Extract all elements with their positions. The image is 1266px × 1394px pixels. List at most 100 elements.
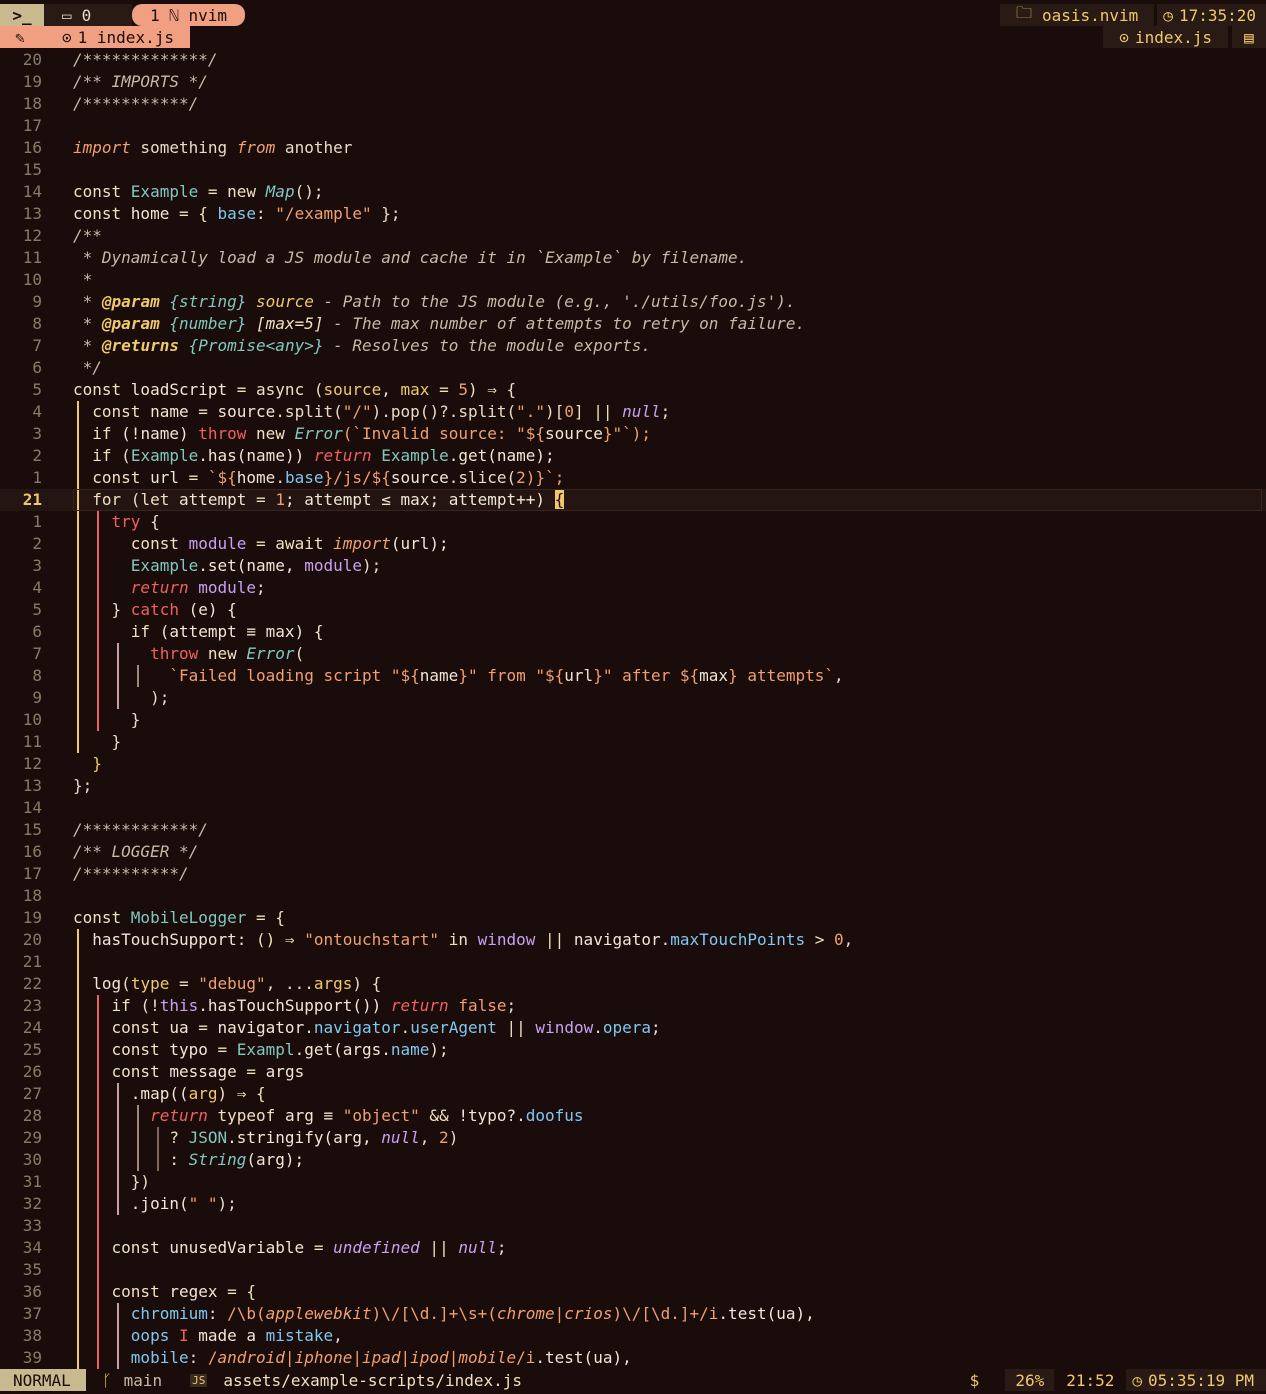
code-token: window [477, 930, 536, 949]
code-token: ; [660, 402, 671, 421]
window-tab-nvim[interactable]: 1 ℕ nvim [132, 4, 246, 26]
code-line[interactable]: 10 * [0, 269, 1266, 291]
code-line[interactable]: 9 ); [0, 687, 1266, 709]
code-line[interactable]: 13 const home = { base: "/example" }; [0, 203, 1266, 225]
code-token: = [227, 380, 257, 399]
winbar-file[interactable]: ⊙ index.js [1103, 26, 1228, 48]
code-line[interactable]: 6 */ [0, 357, 1266, 379]
code-line[interactable]: 12 } [0, 753, 1266, 775]
code-line[interactable]: 26 const message = args [0, 1061, 1266, 1083]
code-line[interactable]: 35 [0, 1259, 1266, 1281]
code-token: }"`); [602, 424, 651, 443]
code-line[interactable]: 11 } [0, 731, 1266, 753]
code-line[interactable]: 17 [0, 115, 1266, 137]
code-line[interactable]: 33 [0, 1215, 1266, 1237]
line-number: 23 [22, 996, 42, 1015]
code-text: `Failed loading script "${name}" from "$… [73, 665, 843, 687]
code-line[interactable]: 16 /** LOGGER */ [0, 841, 1266, 863]
code-token: ; attempt ≤ max; attempt++) [284, 490, 555, 509]
code-line[interactable]: 21 [0, 951, 1266, 973]
code-token: = [198, 182, 228, 201]
project-segment[interactable]: 🗀 oasis.nvim [999, 3, 1155, 26]
code-token: )[ [545, 402, 565, 421]
code-line[interactable]: 39 mobile: /android|iphone|ipad|ipod|mob… [0, 1347, 1266, 1369]
tab-index-js[interactable]: ⊙ 1 index.js [40, 26, 190, 48]
file-path[interactable]: JS assets/example-scripts/index.js [162, 1369, 522, 1391]
code-line[interactable]: 18 [0, 885, 1266, 907]
code-line[interactable]: 25 const typo = Exampl.get(args.name); [0, 1039, 1266, 1061]
code-line[interactable]: 20 hasTouchSupport: () ⇒ "ontouchstart" … [0, 929, 1266, 951]
code-token: ).pop()?.split( [371, 402, 517, 421]
session-segment[interactable]: ▭ 0 [44, 4, 132, 26]
code-line[interactable]: 20 /*************/ [0, 49, 1266, 71]
code-line[interactable]: 27 .map((arg) ⇒ { [0, 1083, 1266, 1105]
code-token: name [150, 402, 189, 421]
code-token: , [419, 1128, 440, 1147]
code-line[interactable]: 32 .join(" "); [0, 1193, 1266, 1215]
code-line[interactable]: 15 [0, 159, 1266, 181]
code-line[interactable]: 21 for (let attempt = 1; attempt ≤ max; … [0, 489, 1266, 511]
code-line[interactable]: 12 /** [0, 225, 1266, 247]
code-line[interactable]: 2 if (Example.has(name)) return Example.… [0, 445, 1266, 467]
code-line[interactable]: 23 if (!this.hasTouchSupport()) return f… [0, 995, 1266, 1017]
code-line[interactable]: 5 } catch (e) { [0, 599, 1266, 621]
document-icon-segment[interactable]: ▤ [1232, 26, 1266, 48]
code-line[interactable]: 1 try { [0, 511, 1266, 533]
code-line[interactable]: 5 const loadScript = async (source, max =… [0, 379, 1266, 401]
code-token: hasTouchSupport [73, 930, 237, 949]
code-token: return [313, 446, 382, 465]
code-line[interactable]: 22 log(type = "debug", ...args) { [0, 973, 1266, 995]
code-token: )}`; [525, 468, 565, 487]
code-line[interactable]: 7 throw new Error( [0, 643, 1266, 665]
line-number: 8 [32, 314, 42, 333]
file-circle-icon: ⊙ [1119, 27, 1129, 47]
git-branch[interactable]: ᚴ main [86, 1369, 162, 1391]
line-number: 15 [22, 820, 42, 839]
code-line[interactable]: 19 /** IMPORTS */ [0, 71, 1266, 93]
code-line[interactable]: 19 const MobileLogger = { [0, 907, 1266, 929]
code-line[interactable]: 16 import something from another [0, 137, 1266, 159]
code-line[interactable]: 24 const ua = navigator.navigator.userAg… [0, 1017, 1266, 1039]
code-line[interactable]: 1 const url = `${home.base}/js/${source.… [0, 467, 1266, 489]
code-line[interactable]: 4 return module; [0, 577, 1266, 599]
code-line[interactable]: 34 const unusedVariable = undefined || n… [0, 1237, 1266, 1259]
code-line[interactable]: 11 * Dynamically load a JS module and ca… [0, 247, 1266, 269]
code-line[interactable]: 14 const Example = new Map(); [0, 181, 1266, 203]
code-line[interactable]: 8 * @param {number} [max=5] - The max nu… [0, 313, 1266, 335]
code-token: loadScript [130, 380, 228, 399]
code-token: /*************/ [73, 50, 218, 69]
code-token: (); [294, 182, 324, 201]
code-line[interactable]: 2 const module = await import(url); [0, 533, 1266, 555]
code-line[interactable]: 6 if (attempt ≡ max) { [0, 621, 1266, 643]
code-line[interactable]: 17 /**********/ [0, 863, 1266, 885]
code-line[interactable]: 38 oops I made a mistake, [0, 1325, 1266, 1347]
code-line[interactable]: 13}; [0, 775, 1266, 797]
code-token: Map [265, 182, 295, 201]
code-line[interactable]: 3 if (!name) throw new Error(`Invalid so… [0, 423, 1266, 445]
code-line[interactable]: 29 ? JSON.stringify(arg, null, 2) [0, 1127, 1266, 1149]
code-text: const home = { base: "/example" }; [73, 203, 401, 225]
code-line[interactable]: 31 }) [0, 1171, 1266, 1193]
code-line[interactable]: 7 * @returns {Promise<any>} - Resolves t… [0, 335, 1266, 357]
code-text: } [73, 731, 122, 753]
code-line[interactable]: 15 /************/ [0, 819, 1266, 841]
code-text: const module = await import(url); [73, 533, 449, 555]
code-editor[interactable]: 20/*************/19/** IMPORTS */18/****… [0, 49, 1266, 1369]
code-line[interactable]: 3 Example.set(name, module); [0, 555, 1266, 577]
code-line[interactable]: 4 const name = source.split("/").pop()?.… [0, 401, 1266, 423]
code-line[interactable]: 36 const regex = { [0, 1281, 1266, 1303]
code-text: const message = args [73, 1061, 305, 1083]
code-token: const [73, 908, 131, 927]
code-line[interactable]: 18 /***********/ [0, 93, 1266, 115]
code-line[interactable]: 14 [0, 797, 1266, 819]
code-token: throw [198, 424, 257, 443]
code-line[interactable]: 9 * @param {string} source - Path to the… [0, 291, 1266, 313]
terminal-icon-segment[interactable]: >_ [0, 4, 44, 26]
line-number: 9 [32, 688, 42, 707]
code-line[interactable]: 28 return typeof arg ≡ "object" && !typo… [0, 1105, 1266, 1127]
code-line[interactable]: 37 chromium: /\b(applewebkit)\/[\d.]+\s+… [0, 1303, 1266, 1325]
code-token: typeof [217, 1106, 285, 1125]
code-line[interactable]: 8 `Failed loading script "${name}" from … [0, 665, 1266, 687]
code-line[interactable]: 10 } [0, 709, 1266, 731]
code-line[interactable]: 30 : String(arg); [0, 1149, 1266, 1171]
